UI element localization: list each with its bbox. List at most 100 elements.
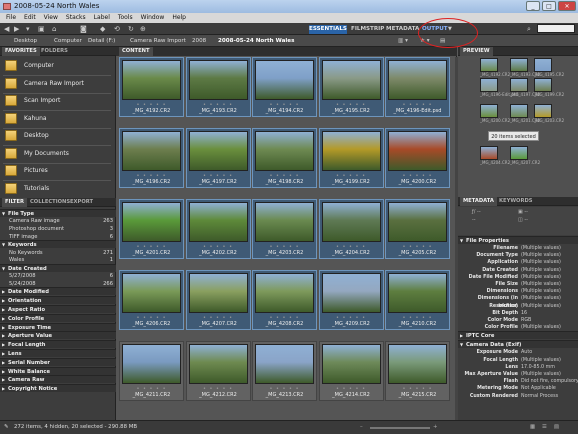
favorite-item[interactable]: Desktop [3, 128, 113, 144]
preview-thumbnail[interactable] [480, 146, 498, 160]
tab-preview[interactable]: PREVIEW [460, 47, 493, 56]
menu-tools[interactable]: Tools [118, 13, 133, 23]
thumbnail[interactable]: • • • • • _MG_4208.CR2 [252, 270, 317, 330]
preview-thumbnail[interactable] [480, 104, 498, 118]
preview-thumbnail[interactable] [510, 146, 528, 160]
tab-metadata[interactable]: METADATA [460, 197, 497, 206]
thumbnail[interactable]: • • • • • _MG_4204.CR2 [318, 199, 384, 259]
close-button[interactable]: ✕ [558, 1, 576, 11]
preview-thumbnail[interactable] [480, 78, 498, 92]
thumbnail[interactable]: • • • • • _MG_4210.CR2 [385, 270, 450, 330]
thumbnail[interactable]: • • • • • _MG_4212.CR2 [185, 341, 251, 401]
filter-category[interactable]: Focal Length [0, 340, 116, 349]
preview-thumbnail[interactable] [534, 58, 552, 72]
filter-category[interactable]: Color Profile [0, 313, 116, 323]
menu-help[interactable]: Help [172, 13, 186, 23]
thumbnail[interactable]: • • • • • _MG_4209.CR2 [318, 270, 384, 330]
breadcrumb-drive[interactable]: Detail (F:) [88, 35, 115, 47]
refine-icon[interactable]: ◆ [100, 25, 105, 33]
search-input[interactable] [537, 24, 575, 33]
rotate-icon[interactable]: ↻ [128, 25, 134, 33]
thumbnail[interactable]: • • • • • _MG_4213.CR2 [252, 341, 317, 401]
menu-view[interactable]: View [44, 13, 58, 23]
thumbnail[interactable]: • • • • • _MG_4215.CR2 [385, 341, 450, 401]
forward-icon[interactable]: ▶ [14, 25, 19, 33]
thumbnail-size-slider[interactable] [370, 427, 430, 429]
breadcrumb-year[interactable]: 2008 [192, 35, 206, 47]
favorite-item[interactable]: Tutorials [3, 181, 113, 197]
camera-raw-icon[interactable]: ⊕ [140, 25, 146, 33]
preview-thumbnail[interactable] [534, 104, 552, 118]
filter-category[interactable]: White Balance [0, 366, 116, 376]
workspace-essentials[interactable]: ESSENTIALS [309, 25, 347, 34]
thumbnail[interactable]: • • • • • _MG_4200.CR2 [385, 128, 450, 188]
menu-window[interactable]: Window [141, 13, 165, 23]
tab-favorites[interactable]: FAVORITES [2, 47, 40, 56]
recent-folder-icon[interactable]: ⌂ [52, 25, 56, 33]
breadcrumb-computer[interactable]: Computer [54, 35, 82, 47]
breadcrumb-desktop[interactable]: Desktop [14, 35, 37, 47]
thumbnail[interactable]: • • • • • _MG_4192.CR2 [119, 57, 184, 117]
tab-folders[interactable]: FOLDERS [38, 47, 71, 56]
thumbnail[interactable]: • • • • • _MG_4203.CR2 [252, 199, 317, 259]
thumbnail[interactable]: • • • • • _MG_4198.CR2 [252, 128, 317, 188]
thumbnail[interactable]: • • • • • _MG_4205.CR2 [385, 199, 450, 259]
favorite-item[interactable]: My Documents [3, 146, 113, 162]
tab-export[interactable]: EXPORT [67, 198, 96, 207]
thumbnail[interactable]: • • • • • _MG_4193.CR2 [185, 57, 251, 117]
favorite-item[interactable]: Computer [3, 58, 113, 74]
tab-filter[interactable]: FILTER [2, 198, 27, 207]
workspace-metadata[interactable]: METADATA [386, 25, 419, 34]
open-recent-icon[interactable]: ⟲ [114, 25, 120, 33]
zoom-in-icon[interactable]: + [433, 421, 438, 434]
filter-category[interactable]: Lens [0, 349, 116, 358]
breadcrumb-camera-raw-import[interactable]: Camera Raw Import [130, 35, 186, 47]
sort-icon[interactable]: ▥ ▾ [398, 35, 408, 47]
thumbnail[interactable]: • • • • • _MG_4196.CR2 [119, 128, 184, 188]
preview-thumbnail[interactable] [534, 78, 552, 92]
filter-category[interactable]: Camera Raw [0, 375, 116, 384]
menu-stacks[interactable]: Stacks [66, 13, 86, 23]
detail-view-icon[interactable]: ▤ [554, 421, 559, 434]
favorite-item[interactable]: Kahuna [3, 111, 113, 127]
thumbnail[interactable]: • • • • • _MG_4195.CR2 [318, 57, 384, 117]
filter-category[interactable]: Copyright Notice [0, 384, 116, 393]
thumbnail[interactable]: • • • • • _MG_4196-Edit.psd [385, 57, 450, 117]
history-icon[interactable]: ▾ [26, 25, 30, 33]
filter-category[interactable]: Keywords [0, 240, 116, 249]
thumbnail[interactable]: • • • • • _MG_4207.CR2 [185, 270, 251, 330]
minimize-button[interactable]: _ [526, 1, 540, 11]
filter-category[interactable]: Date Created [0, 263, 116, 273]
menu-edit[interactable]: Edit [24, 13, 36, 23]
pin-icon[interactable]: ✎ [4, 421, 9, 434]
preview-thumbnail[interactable] [510, 58, 528, 72]
menu-file[interactable]: File [6, 13, 16, 23]
thumbnail[interactable]: • • • • • _MG_4201.CR2 [119, 199, 184, 259]
filter-category[interactable]: Date Modified [0, 287, 116, 296]
filter-category[interactable]: Aperture Value [0, 331, 116, 340]
favorite-item[interactable]: Scan Import [3, 93, 113, 109]
filter-category[interactable]: Aspect Ratio [0, 305, 116, 314]
thumbnail[interactable]: • • • • • _MG_4194.CR2 [252, 57, 317, 117]
menu-label[interactable]: Label [94, 13, 110, 23]
filter-category[interactable]: Orientation [0, 296, 116, 305]
filter-category[interactable]: File Type [0, 209, 116, 218]
workspace-filmstrip[interactable]: FILMSTRIP [351, 25, 384, 34]
tab-content[interactable]: CONTENT [119, 47, 153, 56]
thumbnail[interactable]: • • • • • _MG_4202.CR2 [185, 199, 251, 259]
metadata-section-header[interactable]: Camera Data (Exif) [458, 340, 578, 349]
camera-icon[interactable]: ◙ [80, 25, 87, 33]
back-icon[interactable]: ◀ [4, 25, 9, 33]
up-folder-icon[interactable]: ▣ [38, 25, 45, 33]
filter-category[interactable]: Serial Number [0, 357, 116, 367]
thumbnail[interactable]: • • • • • _MG_4211.CR2 [119, 341, 184, 401]
thumbnail[interactable]: • • • • • _MG_4214.CR2 [318, 341, 384, 401]
metadata-section-header[interactable]: IPTC Core [458, 331, 578, 340]
favorite-item[interactable]: Pictures [3, 163, 113, 179]
preview-thumbnail[interactable] [510, 78, 528, 92]
filter-category[interactable]: Exposure Time [0, 322, 116, 332]
thumbnail[interactable]: • • • • • _MG_4197.CR2 [185, 128, 251, 188]
maximize-button[interactable]: □ [542, 1, 556, 11]
preview-thumbnail[interactable] [510, 104, 528, 118]
thumbnail[interactable]: • • • • • _MG_4199.CR2 [318, 128, 384, 188]
